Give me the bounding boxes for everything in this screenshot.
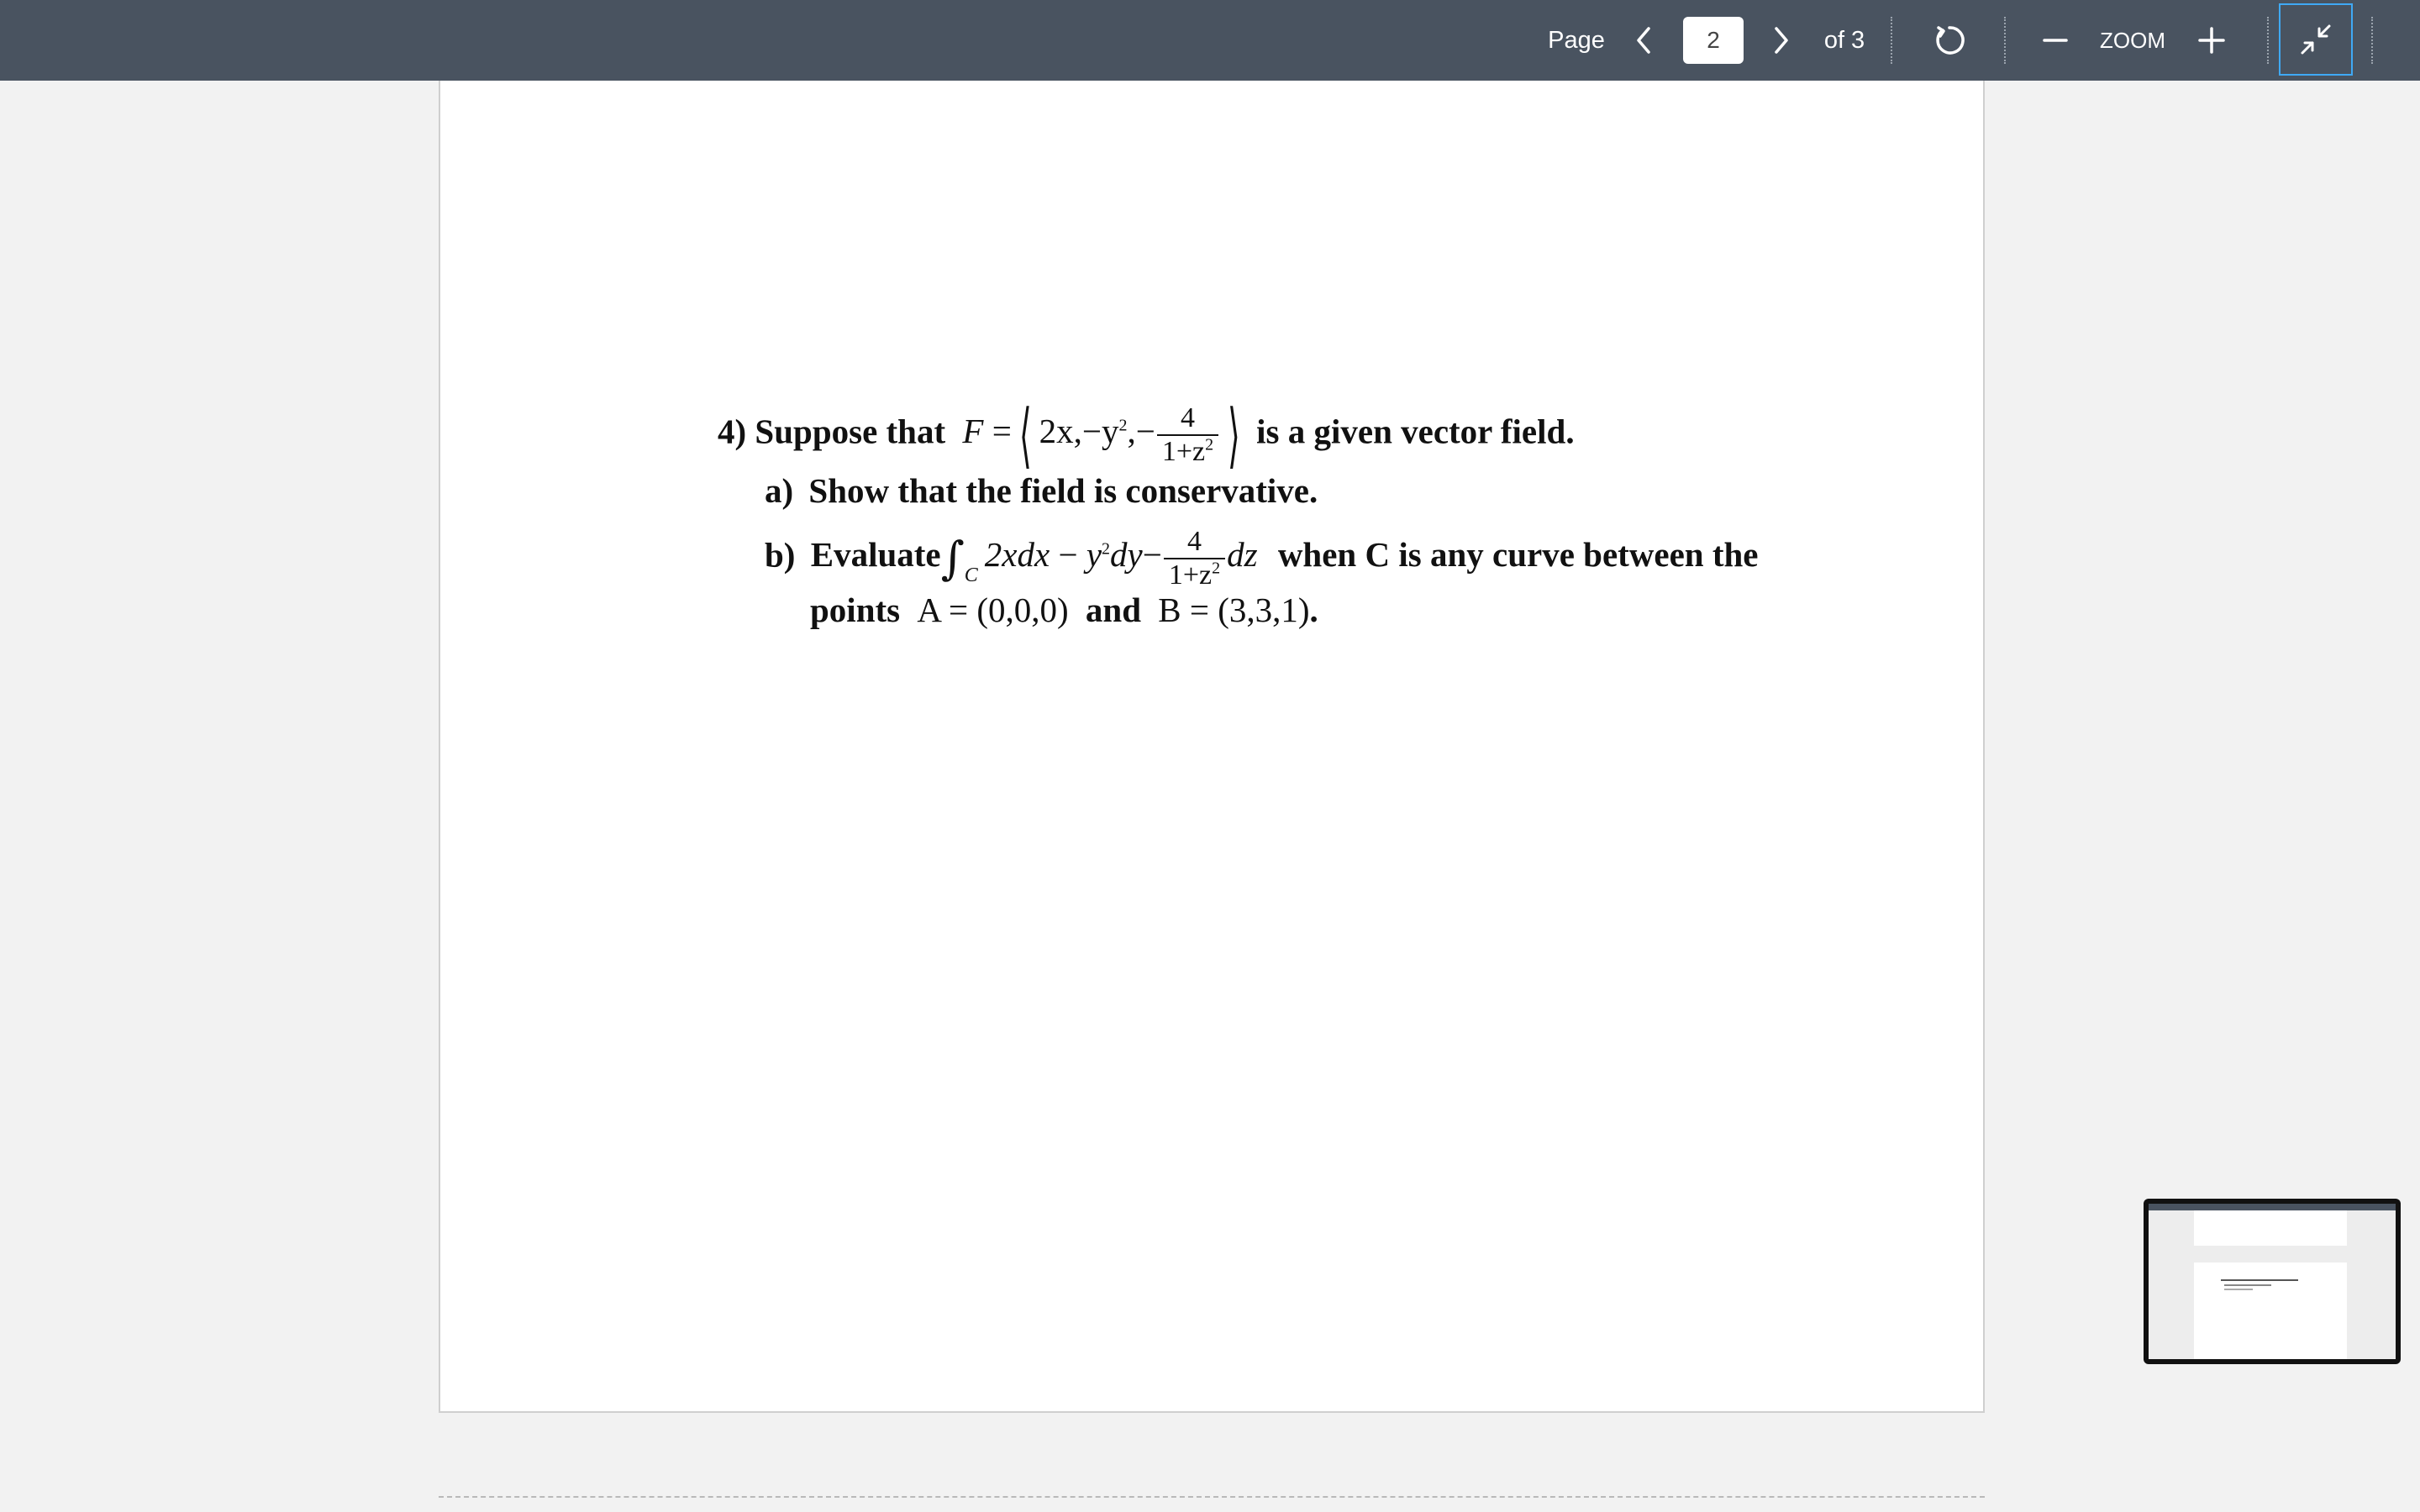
fraction: 4 1+z2 <box>1156 402 1219 468</box>
field-component: −y <box>1081 412 1119 451</box>
toolbar-divider <box>2004 17 2006 64</box>
points-line: points A = (0,0,0) and B = (3,3,1). <box>810 589 1318 631</box>
fraction-numerator: 4 <box>1180 402 1195 433</box>
part-b-label: b) <box>765 535 796 575</box>
thumbnail-text-line <box>2224 1284 2271 1286</box>
zoom-out-icon <box>2043 39 2068 42</box>
page-number-input[interactable] <box>1683 17 1744 64</box>
integrand-term: dz <box>1227 535 1258 575</box>
chevron-left-icon <box>1637 27 1650 54</box>
point-b: B = (3,3,1) <box>1158 591 1310 629</box>
thumbnail-page <box>2194 1263 2347 1359</box>
fraction-denominator: 1+z2 <box>1156 434 1219 468</box>
integral-subscript: C <box>964 564 978 587</box>
fraction-numerator: 4 <box>1186 526 1202 557</box>
problem-statement-line: 4) Suppose that F = ⟨ 2x,−y2,− 4 1+z2 ⟩ is a … <box>718 394 1575 476</box>
chevron-right-icon <box>1775 27 1788 54</box>
part-b-tail: when C is any curve between the <box>1277 535 1759 575</box>
fraction: 4 1+z2 <box>1163 526 1226 591</box>
thumbnail-viewport <box>2149 1204 2396 1359</box>
minus-sign: − <box>1142 535 1162 575</box>
exponent: 2 <box>1205 435 1214 454</box>
part-a-label: a) <box>765 471 794 510</box>
thumbnail-toolbar <box>2149 1204 2396 1210</box>
next-page-button[interactable] <box>1768 20 1795 60</box>
points-word: points <box>810 591 901 629</box>
field-component: 2x <box>1039 412 1074 451</box>
next-page-edge <box>439 1496 1985 1498</box>
thumbnail-text-line <box>2221 1279 2298 1281</box>
problem-tail: is a given vector field. <box>1256 412 1575 451</box>
thumbnail-text-line <box>2224 1289 2253 1290</box>
minus-sign: − <box>1135 412 1155 451</box>
part-b-line: b) Evaluate∫C2xdx − y2dy− 4 1+z2 dz when C … <box>765 526 1759 596</box>
integral-sign: ∫ <box>940 532 965 585</box>
line-integral: ∫C2xdx − y2dy− 4 1+z2 dz <box>941 526 1258 591</box>
part-a-line: a) Show that the field is conservative. <box>765 470 1318 512</box>
vector-field-formula: F = ⟨ 2x,−y2,− 4 1+z2 ⟩ <box>962 394 1240 476</box>
thumbnail-page <box>2194 1210 2347 1246</box>
minus-sign: − <box>1058 535 1078 575</box>
denominator-text: 1+z <box>1168 559 1213 591</box>
zoom-out-button[interactable] <box>2040 20 2070 60</box>
document-page: 4) Suppose that F = ⟨ 2x,−y2,− 4 1+z2 ⟩ is a … <box>439 81 1985 1413</box>
exponent: 2 <box>1212 559 1221 578</box>
rotate-icon <box>1936 26 1965 55</box>
integrand-term: 2xdx <box>984 535 1050 575</box>
denominator-text: 1+z <box>1161 436 1206 467</box>
exponent: 2 <box>1118 416 1128 435</box>
zoom-label: ZOOM <box>2100 27 2165 53</box>
right-angle-bracket: ⟩ <box>1228 394 1240 476</box>
fraction-denominator: 1+z2 <box>1163 558 1226 591</box>
sentence-period: . <box>1309 591 1318 629</box>
toolbar-divider <box>1891 17 1892 64</box>
problem-number: 4) <box>718 412 747 451</box>
viewer-toolbar: Page of 3 ZOOM <box>0 0 2420 81</box>
integrand-term: dy <box>1110 535 1143 575</box>
point-a: A = (0,0,0) <box>917 591 1069 629</box>
rotate-button[interactable] <box>1929 20 1970 60</box>
exit-fullscreen-button[interactable] <box>2279 3 2353 76</box>
integrand-term: y <box>1086 535 1102 575</box>
left-angle-bracket: ⟨ <box>1018 394 1032 476</box>
previous-page-button[interactable] <box>1630 20 1657 60</box>
field-symbol: F <box>962 412 984 451</box>
part-b-text: Evaluate <box>810 535 941 575</box>
toolbar-divider <box>2267 17 2269 64</box>
part-a-text: Show that the field is conservative. <box>808 471 1318 510</box>
and-word: and <box>1085 591 1141 629</box>
page-label: Page <box>1548 26 1605 54</box>
toolbar-divider <box>2371 17 2373 64</box>
problem-intro: Suppose that <box>755 412 946 451</box>
zoom-in-icon <box>2198 27 2225 54</box>
exponent: 2 <box>1102 539 1111 559</box>
collapse-icon <box>2301 24 2331 55</box>
zoom-in-button[interactable] <box>2196 20 2227 60</box>
page-navigator-thumbnail[interactable] <box>2144 1199 2401 1364</box>
page-count-label: of 3 <box>1823 26 1865 54</box>
